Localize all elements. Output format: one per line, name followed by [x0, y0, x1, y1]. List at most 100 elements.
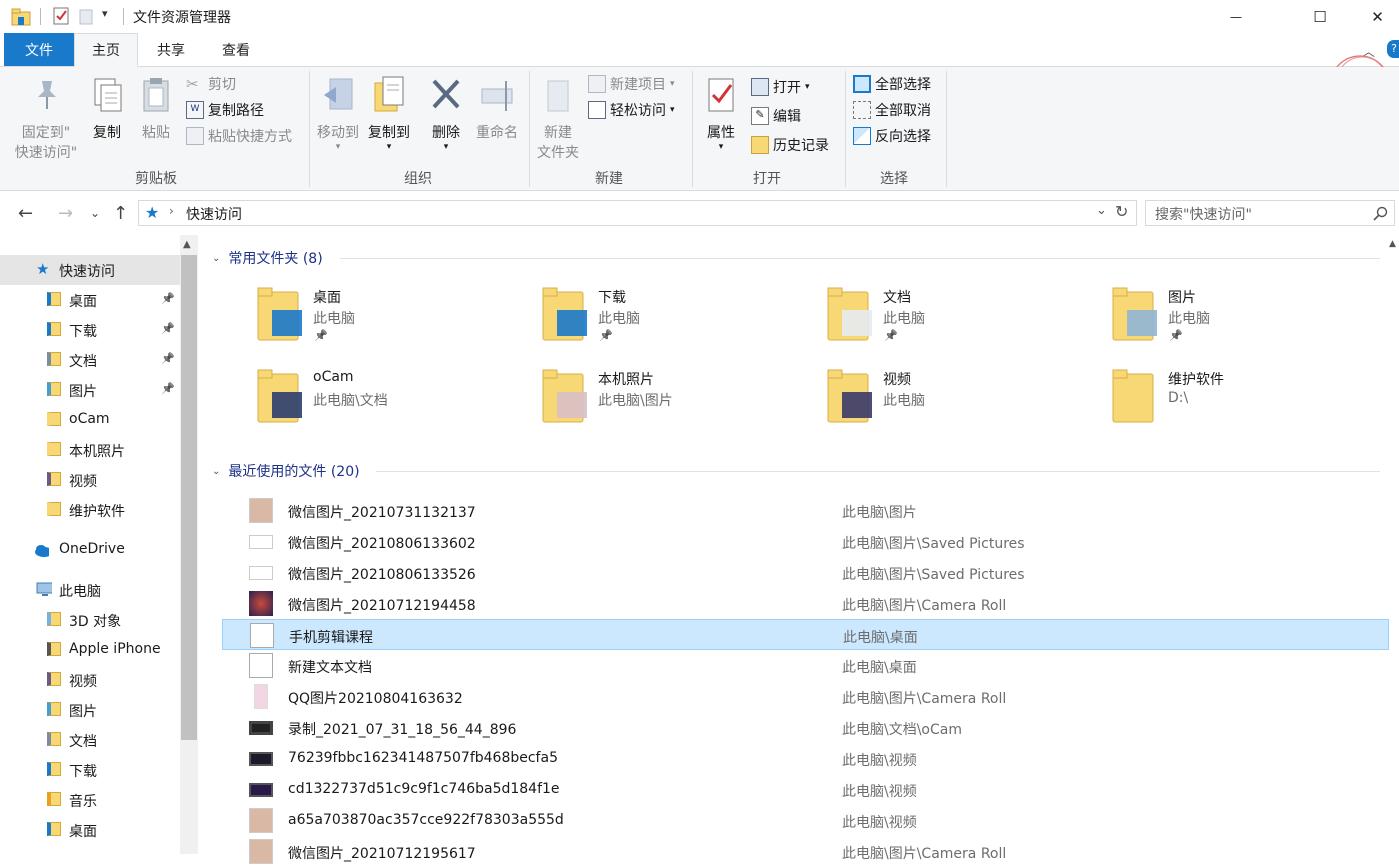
pin-icon: 📌 — [1169, 329, 1183, 342]
nav-item[interactable]: 本机照片 — [0, 435, 180, 465]
file-row[interactable]: 手机剪辑课程 此电脑\桌面 — [222, 619, 1389, 650]
tab-share[interactable]: 共享 — [140, 33, 202, 66]
nav-item[interactable]: 桌面 — [0, 815, 180, 845]
breadcrumb-chevron-icon[interactable]: › — [169, 204, 174, 218]
folder-tile[interactable]: 视频 此电脑 — [826, 368, 1096, 434]
folder-icon — [47, 642, 61, 656]
nav-item[interactable]: 桌面 📌 — [0, 285, 180, 315]
nav-item[interactable]: 下载 — [0, 755, 180, 785]
nav-item[interactable]: 视频 — [0, 665, 180, 695]
open-button[interactable]: 打开 ▾ — [751, 76, 810, 98]
paste-shortcut-icon — [186, 127, 204, 145]
scroll-up-arrow-icon[interactable]: ▲ — [183, 239, 191, 250]
tab-view[interactable]: 查看 — [205, 33, 267, 66]
forward-arrow-icon[interactable]: → — [58, 203, 73, 224]
select-all-button[interactable]: 全部选择 — [853, 73, 931, 95]
file-row[interactable]: cd1322737d51c9c9f1c746ba5d184f1e 此电脑\视频 — [222, 774, 1389, 805]
scroll-up-arrow-icon[interactable]: ▲ — [1389, 239, 1396, 249]
nav-item[interactable]: Apple iPhone — [0, 635, 180, 665]
file-row[interactable]: 微信图片_20210731132137 此电脑\图片 — [222, 495, 1389, 526]
nav-label: 3D 对象 — [69, 614, 122, 630]
explorer-app-icon[interactable] — [10, 6, 32, 26]
easy-access-button[interactable]: 轻松访问 ▾ — [588, 99, 675, 121]
address-bar[interactable]: ★ › 快速访问 ⌄ ↻ — [138, 200, 1137, 226]
search-icon[interactable] — [1373, 206, 1389, 222]
nav-item[interactable]: 下载 📌 — [0, 315, 180, 345]
nav-item[interactable]: 图片 📌 — [0, 375, 180, 405]
pin-icon[interactable]: 📌 — [161, 322, 175, 335]
rename-button[interactable]: 重命名 — [472, 75, 522, 143]
tab-file[interactable]: 文件 — [4, 33, 74, 66]
invert-selection-button[interactable]: 反向选择 — [853, 125, 931, 147]
move-to-button[interactable]: 移动到 ▾ — [314, 75, 362, 152]
file-row[interactable]: 微信图片_20210806133602 此电脑\图片\Saved Pictures — [222, 526, 1389, 557]
new-folder-quick-icon[interactable] — [78, 6, 94, 26]
nav-item[interactable]: 视频 — [0, 465, 180, 495]
new-item-button[interactable]: 新建项目 ▾ — [588, 73, 675, 95]
help-icon[interactable]: ? — [1387, 40, 1399, 58]
nav-item[interactable]: 文档 — [0, 725, 180, 755]
file-row[interactable]: 微信图片_20210712195617 此电脑\图片\Camera Roll — [222, 836, 1389, 867]
select-none-button[interactable]: 全部取消 — [853, 99, 931, 121]
nav-item[interactable]: 3D 对象 — [0, 605, 180, 635]
nav-scrollbar-thumb[interactable] — [181, 255, 197, 740]
frequent-folders-header[interactable]: ⌄ 常用文件夹 (8) — [212, 248, 323, 268]
paste-shortcut-button[interactable]: 粘贴快捷方式 — [186, 125, 292, 147]
search-input[interactable]: 搜索"快速访问" — [1155, 204, 1252, 224]
folder-location: 此电脑 — [883, 393, 925, 409]
paste-button[interactable]: 粘贴 — [134, 75, 178, 143]
history-button[interactable]: 历史记录 — [751, 134, 829, 156]
edit-button[interactable]: ✎ 编辑 — [751, 105, 801, 127]
refresh-icon[interactable]: ↻ — [1115, 202, 1128, 221]
recent-locations-chevron-icon[interactable]: ⌄ — [90, 206, 100, 220]
content-scrollbar[interactable]: ▲ — [1389, 235, 1399, 854]
nav-this-pc[interactable]: 此电脑 — [0, 575, 180, 605]
nav-item[interactable]: oCam — [0, 405, 180, 435]
file-row[interactable]: 新建文本文档 此电脑\桌面 — [222, 650, 1389, 681]
copy-button[interactable]: 复制 — [86, 75, 128, 143]
up-arrow-icon[interactable]: ↑ — [113, 203, 128, 224]
pin-to-quick-access-button[interactable]: 固定到" 快速访问" — [8, 75, 84, 163]
file-row[interactable]: 微信图片_20210712194458 此电脑\图片\Camera Roll — [222, 588, 1389, 619]
back-arrow-icon[interactable]: ← — [18, 203, 33, 224]
delete-button[interactable]: 删除 ▾ — [424, 75, 468, 152]
address-dropdown-chevron-icon[interactable]: ⌄ — [1096, 203, 1107, 218]
nav-item[interactable]: 文档 📌 — [0, 345, 180, 375]
pin-icon: 📌 — [599, 329, 613, 342]
file-row[interactable]: 录制_2021_07_31_18_56_44_896 此电脑\文档\oCam — [222, 712, 1389, 743]
cut-button[interactable]: ✂ 剪切 — [186, 73, 236, 95]
folder-tile[interactable]: 文档 此电脑 📌 — [826, 286, 1096, 352]
group-separator — [946, 71, 947, 187]
nav-quick-access[interactable]: ★ 快速访问 — [0, 255, 180, 285]
recent-files-header[interactable]: ⌄ 最近使用的文件 (20) — [212, 461, 360, 481]
file-row[interactable]: QQ图片20210804163632 此电脑\图片\Camera Roll — [222, 681, 1389, 712]
folder-tile[interactable]: 本机照片 此电脑\图片 — [541, 368, 811, 434]
minimize-button[interactable]: — — [1213, 0, 1259, 33]
nav-item[interactable]: 音乐 — [0, 785, 180, 815]
nav-item[interactable]: 维护软件 — [0, 495, 180, 525]
file-row[interactable]: a65a703870ac357cce922f78303a555d 此电脑\视频 — [222, 805, 1389, 836]
search-box[interactable]: 搜索"快速访问" — [1145, 200, 1395, 226]
pin-icon[interactable]: 📌 — [161, 292, 175, 305]
copy-to-button[interactable]: 复制到 ▾ — [364, 75, 414, 152]
properties-button[interactable]: 属性 ▾ — [700, 75, 742, 152]
folder-tile[interactable]: 图片 此电脑 📌 — [1111, 286, 1381, 352]
close-button[interactable]: ✕ — [1356, 0, 1399, 33]
customize-qa-chevron-icon[interactable]: ▾ — [102, 7, 108, 20]
folder-tile[interactable]: 桌面 此电脑 📌 — [256, 286, 526, 352]
breadcrumb-quick-access[interactable]: 快速访问 — [186, 204, 242, 224]
nav-item[interactable]: 图片 — [0, 695, 180, 725]
folder-tile[interactable]: 下载 此电脑 📌 — [541, 286, 811, 352]
properties-quick-icon[interactable] — [52, 6, 70, 26]
nav-onedrive[interactable]: OneDrive — [0, 535, 180, 565]
maximize-button[interactable]: ☐ — [1297, 0, 1343, 33]
copy-path-button[interactable]: W 复制路径 — [186, 99, 264, 121]
folder-tile[interactable]: 维护软件 D:\ — [1111, 368, 1381, 434]
pin-icon[interactable]: 📌 — [161, 352, 175, 365]
tab-home[interactable]: 主页 — [74, 33, 138, 67]
new-folder-button[interactable]: 新建 文件夹 — [534, 75, 582, 163]
file-row[interactable]: 微信图片_20210806133526 此电脑\图片\Saved Pictures — [222, 557, 1389, 588]
pin-icon[interactable]: 📌 — [161, 382, 175, 395]
file-row[interactable]: 76239fbbc162341487507fb468becfa5 此电脑\视频 — [222, 743, 1389, 774]
folder-tile[interactable]: oCam 此电脑\文档 — [256, 368, 526, 434]
